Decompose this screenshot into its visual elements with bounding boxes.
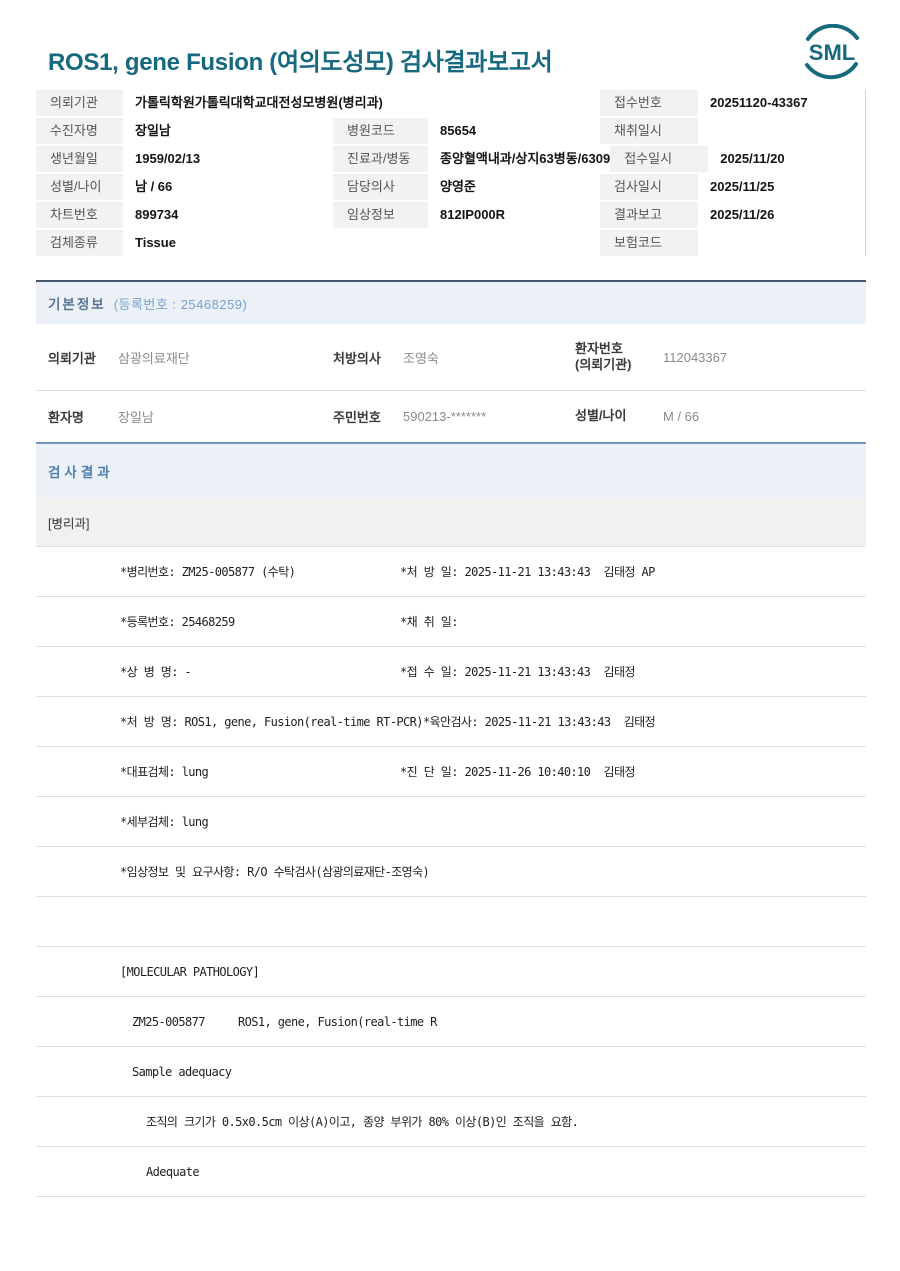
result-row: *처 방 명: ROS1, gene, Fusion(real-time RT-… bbox=[36, 697, 866, 747]
field-value: 2025/11/25 bbox=[710, 179, 775, 194]
result-rows: *병리번호: ZM25-005877 (수탁) *처 방 일: 2025-11-… bbox=[36, 546, 866, 1197]
result-row: *대표검체: lung *진 단 일: 2025-11-26 10:40:10 … bbox=[36, 747, 866, 797]
result-left: [MOLECULAR PATHOLOGY] bbox=[120, 964, 260, 979]
field-label: 보험코드 bbox=[600, 230, 698, 256]
svg-text:SML: SML bbox=[809, 40, 855, 65]
result-row: ZM25-005877 ROS1, gene, Fusion(real-time… bbox=[36, 997, 866, 1047]
report-header: ROS1, gene Fusion (여의도성모) 검사결과보고서 SML bbox=[36, 0, 866, 90]
field-label: 처방의사 bbox=[333, 350, 381, 366]
basic-info-row: 의뢰기관 삼광의료재단 처방의사 조영숙 환자번호 (의뢰기관) 1120433… bbox=[36, 324, 866, 390]
table-row: 생년월일 1959/02/13 진료과/병동 종양혈액내과/상지63병동/630… bbox=[36, 146, 865, 172]
table-row: 차트번호 899734 임상정보 812IP000R 결과보고 2025/11/… bbox=[36, 202, 865, 228]
field-value: 1959/02/13 bbox=[135, 151, 201, 166]
result-row: Sample adequacy bbox=[36, 1047, 866, 1097]
field-value: 20251120-43367 bbox=[710, 95, 808, 110]
result-row: Adequate bbox=[36, 1147, 866, 1197]
field-value: 장일남 bbox=[118, 410, 154, 425]
field-value: 가톨릭학원가톨릭대학교대전성모병원(병리과) bbox=[135, 95, 383, 110]
field-value: M / 66 bbox=[663, 409, 700, 424]
field-label: 성별/나이 bbox=[36, 174, 123, 200]
field-label-line1: 환자번호 bbox=[575, 340, 623, 356]
basic-info-row: 환자명 장일남 주민번호 590213-******* 성별/나이 M / 66 bbox=[36, 391, 866, 442]
result-left: Sample adequacy bbox=[132, 1064, 232, 1079]
field-label: 성별/나이 bbox=[575, 408, 627, 424]
field-value: 112043367 bbox=[663, 349, 728, 365]
result-row-empty bbox=[36, 897, 866, 947]
field-label: 임상정보 bbox=[333, 202, 428, 228]
result-row: *임상정보 및 요구사항: R/O 수탁검사(삼광의료재단-조영숙) bbox=[36, 847, 866, 897]
field-value: 남 / 66 bbox=[135, 179, 173, 194]
field-value: 양영준 bbox=[440, 179, 476, 194]
field-value: 2025/11/26 bbox=[710, 207, 775, 222]
table-row: 수진자명 장일남 병원코드 85654 채취일시 bbox=[36, 118, 865, 144]
field-value: 590213-******* bbox=[403, 409, 487, 424]
result-row: 조직의 크기가 0.5x0.5cm 이상(A)이고, 종양 부위가 80% 이상… bbox=[36, 1097, 866, 1147]
field-value: 899734 bbox=[135, 207, 179, 222]
result-left: *임상정보 및 요구사항: R/O 수탁검사(삼광의료재단-조영숙) bbox=[120, 865, 430, 879]
field-label: 진료과/병동 bbox=[333, 146, 428, 172]
field-label: 담당의사 bbox=[333, 174, 428, 200]
field-value: 85654 bbox=[440, 123, 477, 138]
table-row: 의뢰기관 가톨릭학원가톨릭대학교대전성모병원(병리과) 접수번호 2025112… bbox=[36, 90, 865, 116]
patient-info-table: 의뢰기관 가톨릭학원가톨릭대학교대전성모병원(병리과) 접수번호 2025112… bbox=[36, 90, 866, 256]
field-label: 환자번호 (의뢰기관) bbox=[575, 341, 663, 374]
field-label: 검체종류 bbox=[36, 230, 123, 256]
result-row: *등록번호: 25468259 *채 취 일: bbox=[36, 597, 866, 647]
field-label: 차트번호 bbox=[36, 202, 123, 228]
result-left: *세부검체: lung bbox=[120, 815, 209, 829]
field-label: 검사일시 bbox=[600, 174, 698, 200]
result-left: 조직의 크기가 0.5x0.5cm 이상(A)이고, 종양 부위가 80% 이상… bbox=[146, 1115, 579, 1129]
basic-info-header: 기본정보 (등록번호 : 25468259) bbox=[36, 282, 866, 324]
section-basic-info: 기본정보 (등록번호 : 25468259) 의뢰기관 삼광의료재단 처방의사 … bbox=[36, 280, 866, 442]
field-label-line2: (의뢰기관) bbox=[575, 357, 632, 372]
result-left: *등록번호: 25468259 bbox=[120, 615, 235, 629]
result-left: ZM25-005877 ROS1, gene, Fusion(real-time… bbox=[132, 1014, 437, 1029]
result-right: *육안검사: 2025-11-21 13:43:43 김태정 bbox=[422, 715, 656, 729]
result-left: *처 방 명: ROS1, gene, Fusion(real-time RT-… bbox=[120, 715, 424, 729]
page-title: ROS1, gene Fusion (여의도성모) 검사결과보고서 bbox=[48, 49, 553, 76]
field-label: 환자명 bbox=[48, 410, 84, 425]
result-right: *접 수 일: 2025-11-21 13:43:43 김태정 bbox=[400, 665, 635, 679]
results-header: 검사결과 bbox=[36, 444, 866, 498]
field-value: 삼광의료재단 bbox=[118, 350, 190, 366]
field-label: 의뢰기관 bbox=[36, 90, 123, 116]
result-row: *세부검체: lung bbox=[36, 797, 866, 847]
field-label: 병원코드 bbox=[333, 118, 428, 144]
section-results: 검사결과 [병리과] *병리번호: ZM25-005877 (수탁) *처 방 … bbox=[36, 442, 866, 1197]
result-right: *채 취 일: bbox=[400, 615, 458, 629]
registration-number: (등록번호 : 25468259) bbox=[113, 296, 248, 312]
field-value: 812IP000R bbox=[440, 207, 506, 222]
result-right: *진 단 일: 2025-11-26 10:40:10 김태정 bbox=[400, 765, 635, 779]
result-row: *병리번호: ZM25-005877 (수탁) *처 방 일: 2025-11-… bbox=[36, 547, 866, 597]
field-label: 채취일시 bbox=[600, 118, 698, 144]
result-left: Adequate bbox=[146, 1164, 200, 1179]
field-label: 주민번호 bbox=[333, 410, 381, 425]
result-row: *상 병 명: - *접 수 일: 2025-11-21 13:43:43 김태… bbox=[36, 647, 866, 697]
result-left: *대표검체: lung bbox=[120, 765, 209, 779]
table-row: 성별/나이 남 / 66 담당의사 양영준 검사일시 2025/11/25 bbox=[36, 174, 865, 200]
field-label: 생년월일 bbox=[36, 146, 123, 172]
field-label: 결과보고 bbox=[600, 202, 698, 228]
table-row: 검체종류 Tissue 보험코드 bbox=[36, 230, 865, 256]
sml-logo: SML bbox=[794, 23, 870, 85]
sml-logo-icon: SML bbox=[805, 23, 859, 80]
field-value: 종양혈액내과/상지63병동/6309 bbox=[440, 151, 611, 166]
result-right: *처 방 일: 2025-11-21 13:43:43 김태정 AP bbox=[400, 565, 655, 579]
field-value: 장일남 bbox=[135, 123, 171, 138]
field-value bbox=[698, 230, 865, 256]
field-label: 수진자명 bbox=[36, 118, 123, 144]
field-label: 접수일시 bbox=[610, 146, 709, 172]
field-value: Tissue bbox=[135, 235, 176, 250]
result-left: *병리번호: ZM25-005877 (수탁) bbox=[120, 565, 296, 579]
field-value: 조영숙 bbox=[403, 350, 439, 366]
section-title: 기본정보 bbox=[48, 297, 106, 312]
field-label: 접수번호 bbox=[600, 90, 698, 116]
field-label: 의뢰기관 bbox=[48, 350, 96, 366]
section-title: 검사결과 bbox=[48, 465, 114, 480]
result-left: *상 병 명: - bbox=[120, 665, 192, 679]
department-band: [병리과] bbox=[36, 498, 866, 546]
result-row: [MOLECULAR PATHOLOGY] bbox=[36, 947, 866, 997]
field-value bbox=[698, 118, 865, 144]
field-value: 2025/11/20 bbox=[720, 151, 785, 166]
